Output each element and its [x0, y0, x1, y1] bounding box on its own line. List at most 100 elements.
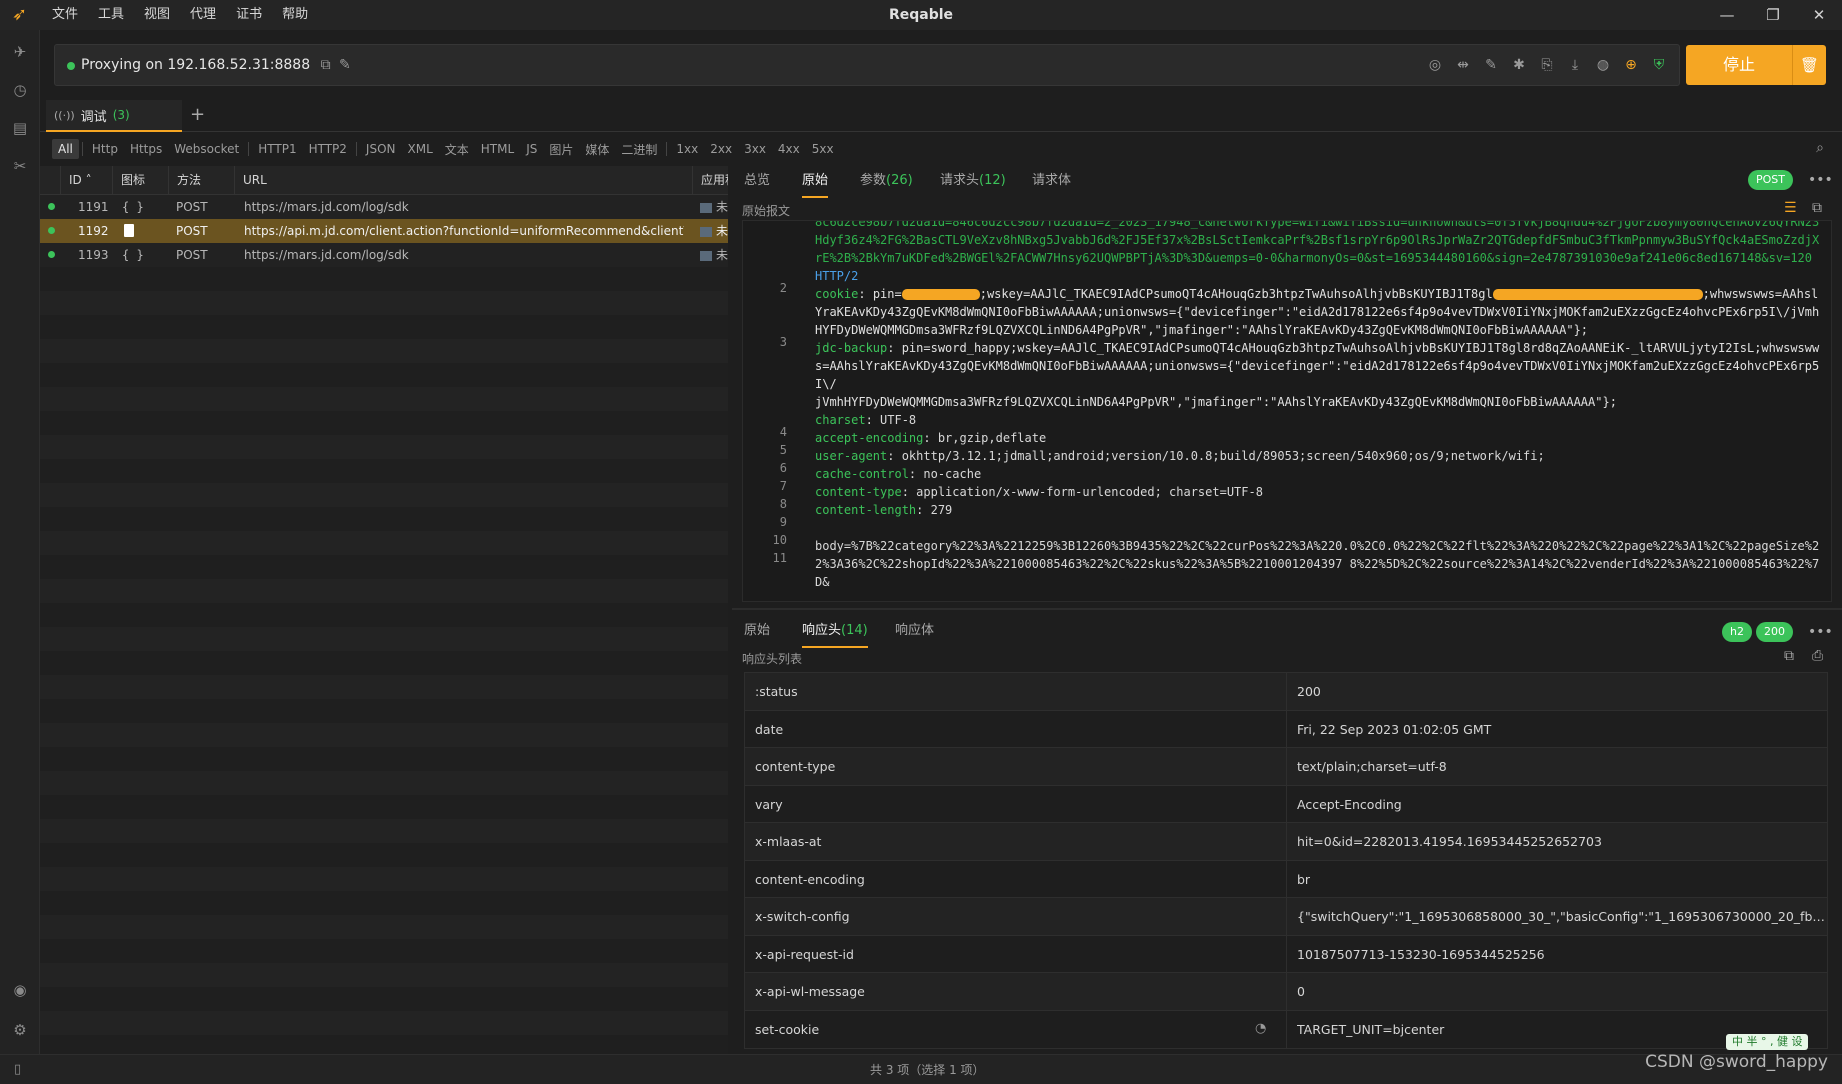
close-icon[interactable]: ✕ [1796, 0, 1842, 30]
filter-all[interactable]: All [52, 139, 79, 159]
line-number: 3 [779, 335, 787, 349]
table-row[interactable]: :status 200 [745, 673, 1827, 711]
filter-media[interactable]: 媒体 [579, 138, 615, 161]
list-header: ID ˄ 图标 方法 URL 应用程 [40, 166, 728, 195]
table-row[interactable]: 1193 { } POST https://mars.jd.com/log/sd… [40, 243, 728, 267]
filter-2xx[interactable]: 2xx [704, 139, 738, 159]
wrap-lines-icon[interactable]: ☰ [1784, 200, 1797, 216]
edit-pencil-icon[interactable]: ✎ [339, 57, 351, 73]
copy-icon[interactable]: ⧉ [1784, 648, 1794, 664]
tab-response-body[interactable]: 响应体 [895, 616, 934, 646]
copy-icon[interactable]: ⧉ [1812, 200, 1822, 216]
table-row[interactable]: x-switch-config {"switchQuery":"1_1695306… [745, 898, 1827, 936]
settings-gear-icon[interactable]: ⚙ [10, 1020, 30, 1040]
tab-debug[interactable]: ((·)) 调试 (3) [46, 100, 182, 132]
table-row[interactable]: 1191 { } POST https://mars.jd.com/log/sd… [40, 195, 728, 219]
filter-image[interactable]: 图片 [543, 138, 579, 161]
minimize-icon[interactable]: — [1704, 0, 1750, 30]
filter-http[interactable]: Http [86, 139, 124, 159]
table-row[interactable]: content-encoding br [745, 860, 1827, 898]
copy-icon[interactable]: ⧉ [321, 57, 331, 73]
sidebar-toggle-icon[interactable]: ▯ [14, 1062, 21, 1077]
breakpoint-icon[interactable]: ✱ [1509, 55, 1529, 75]
json-braces-icon: { } [122, 248, 144, 262]
header-value: ;wskey=AAJlC_TKAEC9IAdCPsumoQT4cAHouqGzb… [979, 287, 1493, 301]
mirror-icon[interactable]: ⇹ [1453, 55, 1473, 75]
menu-cert[interactable]: 证书 [226, 0, 272, 30]
col-app[interactable]: 应用程 [692, 166, 728, 195]
table-row[interactable]: content-type text/plain;charset=utf-8 [745, 748, 1827, 786]
filter-http2[interactable]: HTTP2 [303, 139, 353, 159]
tab-overview[interactable]: 总览 [744, 166, 770, 196]
clear-trash-icon[interactable]: 🗑 [1792, 45, 1826, 85]
more-icon[interactable]: ••• [1808, 624, 1833, 640]
filter-binary[interactable]: 二进制 [615, 138, 663, 161]
filter-4xx[interactable]: 4xx [772, 139, 806, 159]
stop-button[interactable]: 停止 🗑 [1686, 45, 1826, 85]
filter-1xx[interactable]: 1xx [670, 139, 704, 159]
filter-5xx[interactable]: 5xx [806, 139, 840, 159]
filter-http1[interactable]: HTTP1 [252, 139, 302, 159]
filter-3xx[interactable]: 3xx [738, 139, 772, 159]
column-divider [1286, 823, 1287, 860]
header-key: x-api-wl-message [755, 984, 865, 999]
account-icon[interactable]: ◉ [10, 980, 30, 1000]
collections-icon[interactable]: ▤ [10, 118, 30, 138]
menu-file[interactable]: 文件 [42, 0, 88, 30]
header-key: x-switch-config [755, 909, 850, 924]
history-icon[interactable]: ◷ [10, 80, 30, 100]
proxy-status-bar: Proxying on 192.168.52.31:8888 ⧉ ✎ ◎ ⇹ ✎… [54, 44, 1680, 86]
tools-icon[interactable]: ✂ [10, 156, 30, 176]
table-row[interactable]: vary Accept-Encoding [745, 785, 1827, 823]
menu-help[interactable]: 帮助 [272, 0, 318, 30]
request-detail-panel: 总览 原始 参数(26) 请求头(12) 请求体 POST ••• 原始报文 ☰… [732, 166, 1842, 606]
tab-params[interactable]: 参数(26) [860, 166, 913, 196]
col-id[interactable]: ID ˄ [60, 166, 112, 195]
cookie-icon[interactable]: ◔ [1255, 1021, 1266, 1036]
table-row[interactable]: date Fri, 22 Sep 2023 01:02:05 GMT [745, 710, 1827, 748]
script-icon[interactable]: ⎘ [1537, 55, 1557, 75]
filter-websocket[interactable]: Websocket [168, 139, 245, 159]
filter-js[interactable]: JS [520, 139, 543, 159]
title-bar: ➶ 文件 工具 视图 代理 证书 帮助 Reqable — ❐ ✕ [0, 0, 1842, 30]
tab-raw[interactable]: 原始 [802, 166, 829, 198]
filter-json[interactable]: JSON [360, 139, 402, 159]
maximize-icon[interactable]: ❐ [1750, 0, 1796, 30]
line-number: 9 [779, 515, 787, 529]
more-icon[interactable]: ••• [1808, 172, 1833, 188]
col-icon[interactable]: 图标 [112, 166, 168, 195]
col-method[interactable]: 方法 [168, 166, 234, 195]
system-proxy-globe-icon[interactable]: ⊕ [1621, 55, 1641, 75]
tab-request-body[interactable]: 请求体 [1032, 166, 1071, 196]
search-icon[interactable]: ⌕ [1816, 140, 1824, 156]
document-icon[interactable]: ⎙ [1812, 648, 1823, 664]
response-headers-label: 响应头列表 [742, 652, 803, 666]
table-row[interactable]: x-mlaas-at hit=0&id=2282013.41954.1695344… [745, 823, 1827, 861]
table-row[interactable]: x-api-wl-message 0 [745, 973, 1827, 1011]
filter-https[interactable]: Https [124, 139, 168, 159]
filter-xml[interactable]: XML [402, 139, 439, 159]
table-row[interactable]: set-cookie ◔ TARGET_UNIT=bjcenter [745, 1010, 1827, 1048]
row-app: 未 [700, 195, 728, 219]
tab-request-headers[interactable]: 请求头(12) [940, 166, 1006, 196]
table-row[interactable]: x-api-request-id 10187507713-153230-16953… [745, 935, 1827, 973]
tab-response-raw[interactable]: 原始 [744, 616, 770, 646]
col-url[interactable]: URL [234, 166, 692, 195]
tab-response-headers[interactable]: 响应头(14) [802, 616, 868, 648]
menu-view[interactable]: 视图 [134, 0, 180, 30]
gateway-icon[interactable]: ◎ [1425, 55, 1445, 75]
download-icon[interactable]: ⤓ [1565, 55, 1585, 75]
column-divider [1286, 748, 1287, 785]
raw-request-viewer[interactable]: 2 3 4 5 6 7 8 9 10 11 8c6d2ce98b7fd2da1d… [742, 220, 1832, 602]
throttle-icon[interactable]: ◍ [1593, 55, 1613, 75]
filter-text[interactable]: 文本 [439, 138, 475, 161]
capture-icon[interactable]: ✈ [10, 42, 30, 62]
ssl-shield-icon[interactable]: ⛨ [1649, 55, 1669, 75]
add-tab-plus-icon[interactable]: + [190, 104, 205, 125]
column-divider [1286, 973, 1287, 1010]
table-row-selected[interactable]: 1192 POST https://api.m.jd.com/client.ac… [40, 219, 728, 243]
menu-tools[interactable]: 工具 [88, 0, 134, 30]
filter-html[interactable]: HTML [475, 139, 520, 159]
menu-proxy[interactable]: 代理 [180, 0, 226, 30]
rewrite-icon[interactable]: ✎ [1481, 55, 1501, 75]
